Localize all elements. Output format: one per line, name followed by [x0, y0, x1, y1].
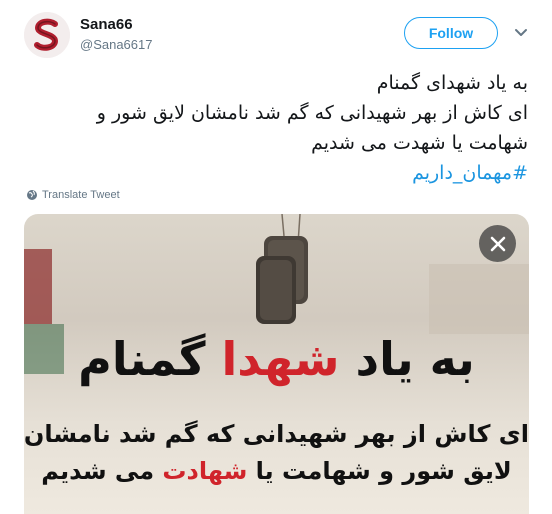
close-icon [490, 236, 505, 251]
avatar-logo-icon [24, 12, 70, 58]
image-caption-part: لایق شور و شهامت یا [247, 457, 512, 485]
chevron-down-icon[interactable] [512, 26, 530, 40]
user-handle[interactable]: @Sana6617 [80, 37, 152, 52]
image-title-part: به یاد [339, 332, 475, 386]
close-image-button[interactable] [479, 225, 516, 262]
image-caption-highlight: شهادت [162, 457, 248, 485]
translate-tweet-link[interactable]: Translate Tweet [26, 189, 120, 201]
image-caption-line: ای کاش از بهر شهیدانی که گم شد نامشان [24, 420, 529, 448]
globe-icon [27, 190, 37, 200]
tweet-text: به یاد شهدای گمنام ای کاش از بهر شهیدانی… [28, 68, 528, 188]
tweet-image[interactable]: به یاد شهدا گمنام ای کاش از بهر شهیدانی … [24, 214, 529, 514]
tweet-text-line: ای کاش از بهر شهیدانی که گم شد نامشان لا… [96, 102, 528, 124]
avatar[interactable] [24, 12, 70, 58]
tweet-text-line: شهامت یا شهدت می شدیم [311, 132, 528, 154]
display-name[interactable]: Sana66 [80, 16, 133, 33]
image-title-part: گمنام [78, 332, 222, 386]
tweet-header: Sana66 @Sana6617 Follow [0, 0, 552, 64]
follow-button[interactable]: Follow [404, 17, 498, 49]
image-caption-line: لایق شور و شهامت یا شهادت می شدیم [24, 454, 529, 488]
tweet-text-line: به یاد شهدای گمنام [376, 72, 528, 94]
image-caption-part: می شدیم [41, 457, 163, 485]
image-title-highlight: شهدا [221, 332, 340, 386]
translate-label: Translate Tweet [42, 189, 120, 201]
hashtag-link[interactable]: #مهمان_داریم [412, 162, 528, 184]
image-title: به یاد شهدا گمنام [24, 329, 529, 389]
